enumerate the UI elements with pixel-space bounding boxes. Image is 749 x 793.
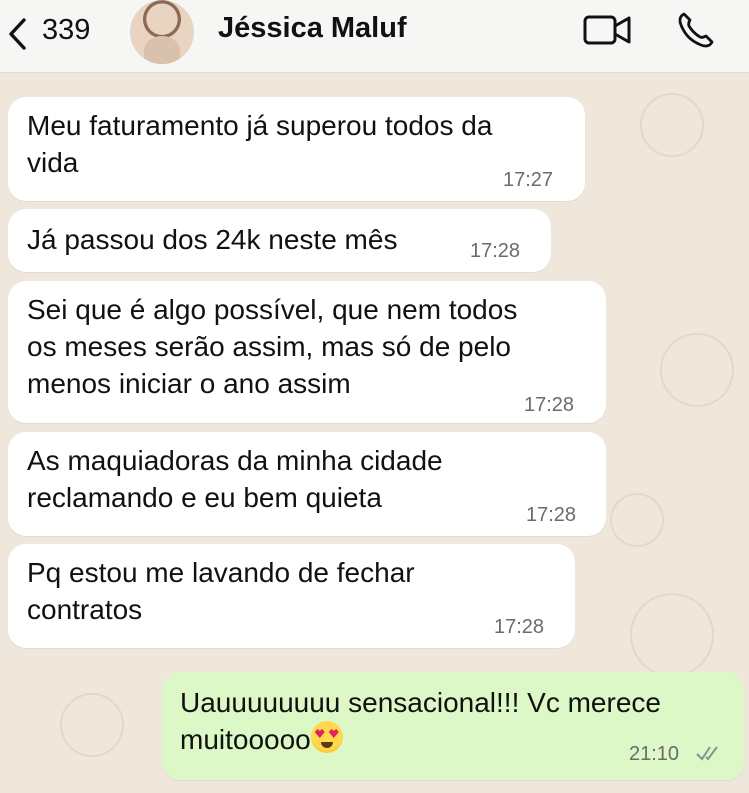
message-bubble-incoming[interactable]: Sei que é algo possível, que nem todos o…: [8, 281, 606, 423]
message-text: Pq estou me lavando de fechar contratos: [27, 557, 415, 625]
message-bubble-incoming[interactable]: Já passou dos 24k neste mês 17:28: [8, 209, 551, 272]
message-time: 17:27: [503, 169, 554, 191]
heart-eyes-emoji: [310, 721, 343, 753]
message-text: Uauuuuuuuu sensacional!!! Vc merece muit…: [180, 687, 661, 755]
message-bubble-outgoing[interactable]: Uauuuuuuuu sensacional!!! Vc merece muit…: [162, 672, 744, 780]
message-time: 17:28: [526, 504, 577, 526]
message-bubble-incoming[interactable]: Meu faturamento já superou todos da vida…: [8, 97, 585, 201]
doodle: [630, 593, 714, 677]
contact-name[interactable]: Jéssica Maluf: [218, 12, 407, 45]
message-time: 21:10: [629, 743, 680, 765]
doodle: [60, 693, 124, 757]
message-time: 17:28: [524, 394, 575, 416]
phone-call-icon[interactable]: [676, 10, 716, 50]
read-receipt-icon: [696, 746, 718, 761]
doodle: [610, 493, 664, 547]
chat-header: 339 Jéssica Maluf: [0, 0, 749, 73]
doodle: [660, 333, 734, 407]
doodle: [640, 93, 704, 157]
message-bubble-incoming[interactable]: As maquiadoras da minha cidade reclamand…: [8, 432, 606, 536]
message-text: As maquiadoras da minha cidade reclamand…: [27, 445, 443, 513]
message-text: Meu faturamento já superou todos da vida: [27, 110, 493, 178]
message-bubble-incoming[interactable]: Pq estou me lavando de fechar contratos …: [8, 544, 575, 648]
video-call-icon[interactable]: [582, 12, 634, 48]
back-unread-count[interactable]: 339: [42, 14, 90, 47]
message-time: 17:28: [470, 240, 521, 262]
chevron-left-icon[interactable]: [6, 16, 30, 52]
message-time: 17:28: [494, 616, 545, 638]
message-text: Sei que é algo possível, que nem todos o…: [27, 294, 518, 399]
avatar[interactable]: [130, 0, 194, 64]
message-text: Já passou dos 24k neste mês: [27, 224, 398, 255]
